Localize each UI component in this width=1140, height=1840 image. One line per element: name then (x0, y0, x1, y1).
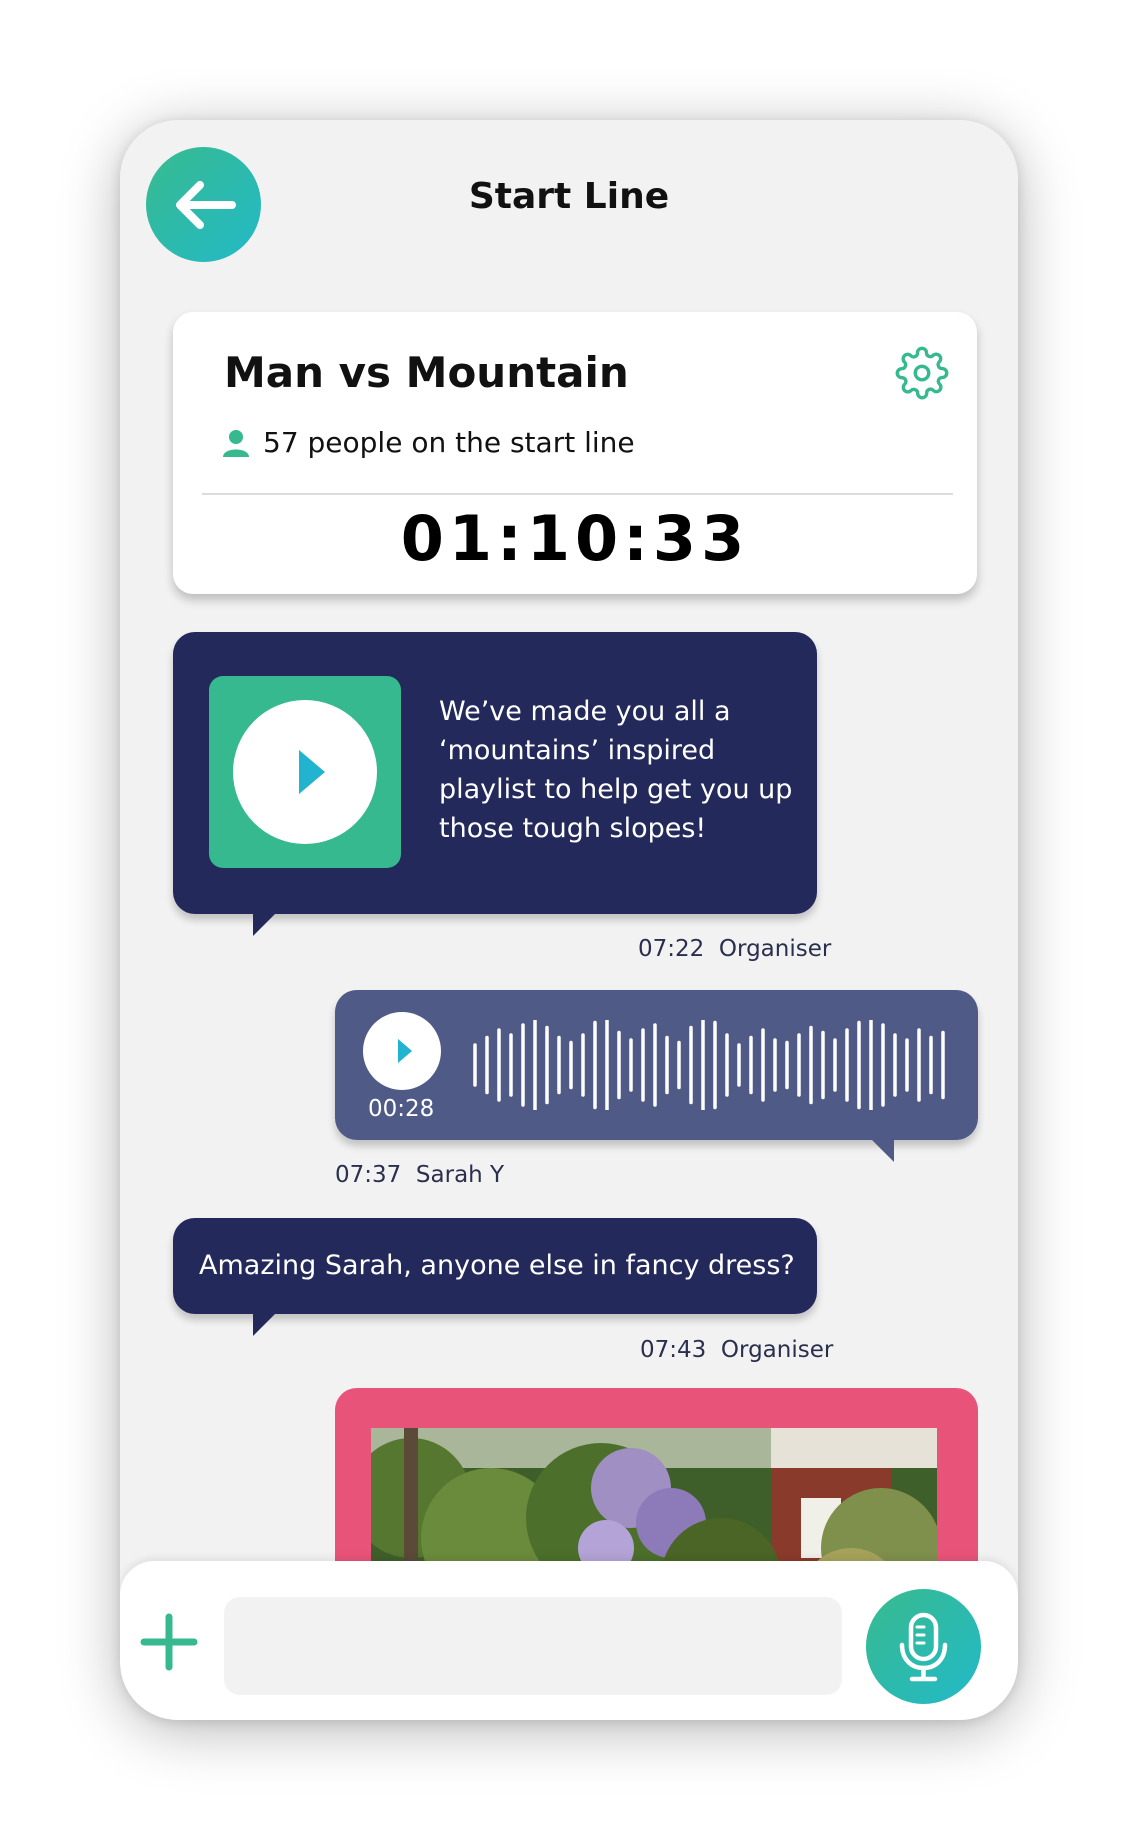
message-meta: 07:37 Sarah Y (335, 1162, 504, 1188)
message-composer (120, 1561, 1018, 1720)
waveform-icon[interactable] (471, 1020, 951, 1110)
message-author: Organiser (720, 1337, 834, 1363)
participant-count: 57 people on the start line (223, 426, 635, 459)
message-meta: 07:22 Organiser (638, 936, 831, 962)
message-meta: 07:43 Organiser (640, 1337, 833, 1363)
photo-message[interactable] (335, 1388, 978, 1628)
playlist-thumbnail[interactable] (209, 676, 401, 868)
message-author: Organiser (718, 936, 832, 962)
gear-icon[interactable] (895, 346, 949, 400)
microphone-button[interactable] (866, 1589, 981, 1704)
message-author: Sarah Y (415, 1162, 505, 1188)
participant-count-text: 57 people on the start line (263, 426, 635, 459)
person-icon (223, 429, 249, 457)
playlist-message: We’ve made you all a ‘mountains’ inspire… (173, 632, 817, 936)
event-title: Man vs Mountain (224, 348, 629, 397)
message-time: 07:22 (638, 936, 705, 962)
voice-duration: 00:28 (368, 1096, 435, 1122)
microphone-icon (899, 1612, 948, 1682)
play-icon (398, 1039, 412, 1063)
voice-play-button[interactable] (363, 1012, 441, 1090)
message-text: We’ve made you all a ‘mountains’ inspire… (439, 696, 793, 844)
bubble-tail (253, 914, 275, 936)
bubble-tail (872, 1140, 894, 1162)
countdown-timer: 01:10:33 (400, 502, 750, 575)
message-time: 07:37 (335, 1162, 402, 1188)
bubble-tail (253, 1314, 275, 1336)
play-button[interactable] (233, 700, 377, 844)
divider (202, 493, 953, 495)
message-time: 07:43 (640, 1337, 707, 1363)
event-card: Man vs Mountain 57 people on the start l… (173, 312, 977, 594)
voice-message: 00:28 (335, 990, 978, 1162)
message-input[interactable] (224, 1597, 842, 1695)
plus-icon[interactable] (140, 1613, 198, 1671)
screen-title: Start Line (468, 176, 670, 217)
message-text: Amazing Sarah, anyone else in fancy dres… (199, 1250, 795, 1281)
play-icon (299, 750, 325, 794)
text-message: Amazing Sarah, anyone else in fancy dres… (173, 1218, 817, 1336)
phone-screen: Start Line Man vs Mountain 57 people on … (120, 120, 1018, 1720)
